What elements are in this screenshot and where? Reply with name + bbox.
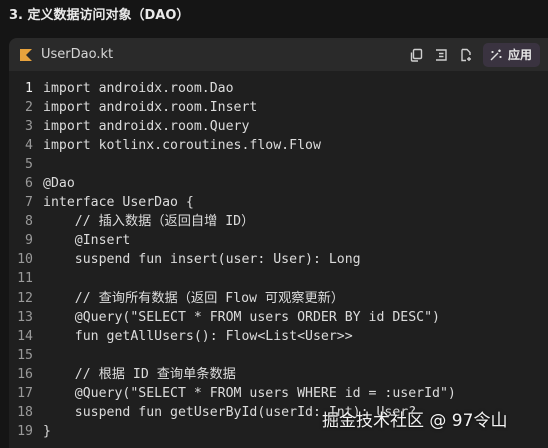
code-line: 4 import kotlinx.coroutines.flow.Flow — [9, 136, 548, 155]
line-number: 13 — [17, 309, 33, 325]
line-number: 16 — [17, 366, 33, 382]
code-text: // 插入数据（返回自增 ID） — [43, 214, 255, 230]
magic-wand-icon — [489, 48, 503, 62]
code-line: 2 import androidx.room.Insert — [9, 98, 548, 117]
copy-icon[interactable] — [405, 44, 427, 66]
code-line: 1 import androidx.room.Dao — [9, 79, 548, 98]
code-line: 13 @Query("SELECT * FROM users ORDER BY … — [9, 308, 548, 327]
code-block: UserDao.kt 应用 1 import androidx.room.Dao… — [9, 38, 548, 448]
insert-icon[interactable] — [430, 44, 452, 66]
code-line: 16 // 根据 ID 查询单条数据 — [9, 365, 548, 384]
kotlin-file-icon — [19, 48, 32, 61]
code-line: 8 // 插入数据（返回自增 ID） — [9, 212, 548, 231]
code-block-header: UserDao.kt 应用 — [9, 38, 548, 71]
line-number: 15 — [17, 347, 33, 363]
code-line: 15 — [9, 346, 548, 365]
line-number: 14 — [17, 328, 33, 344]
line-number: 5 — [25, 157, 33, 173]
line-number: 1 — [25, 81, 33, 96]
code-line: 9 @Insert — [9, 231, 548, 250]
line-number: 7 — [25, 195, 33, 211]
line-number: 10 — [17, 252, 33, 268]
line-number: 9 — [25, 233, 33, 249]
code-text: @Query("SELECT * FROM users ORDER BY id … — [43, 309, 440, 325]
line-number: 11 — [17, 271, 33, 287]
line-number: 4 — [25, 138, 33, 154]
apply-button[interactable]: 应用 — [482, 42, 540, 67]
code-text: // 根据 ID 查询单条数据 — [43, 366, 236, 382]
code-line: 6 @Dao — [9, 174, 548, 193]
code-line: 12 // 查询所有数据（返回 Flow 可观察更新） — [9, 289, 548, 308]
section-heading: 3. 定义数据访问对象（DAO） — [9, 8, 190, 23]
code-text: import androidx.room.Query — [43, 119, 250, 135]
code-text: import androidx.room.Dao — [43, 81, 234, 96]
line-number: 8 — [25, 214, 33, 230]
code-line: 14 fun getAllUsers(): Flow<List<User>> — [9, 327, 548, 346]
code-line: 3 import androidx.room.Query — [9, 117, 548, 136]
new-file-icon[interactable] — [455, 44, 477, 66]
line-number: 12 — [17, 290, 33, 306]
line-number: 18 — [17, 404, 33, 420]
code-text: } — [43, 423, 51, 439]
code-text: import kotlinx.coroutines.flow.Flow — [43, 138, 321, 154]
file-name: UserDao.kt — [41, 47, 114, 62]
apply-label: 应用 — [507, 48, 532, 62]
line-number: 2 — [25, 100, 33, 116]
code-text: import androidx.room.Insert — [43, 100, 258, 116]
line-number: 3 — [25, 119, 33, 135]
code-text: suspend fun insert(user: User): Long — [43, 252, 361, 268]
code-text: interface UserDao { — [43, 195, 194, 211]
watermark: 掘金技术社区 @ 97令山 — [322, 411, 508, 431]
code-text: // 查询所有数据（返回 Flow 可观察更新） — [43, 290, 345, 306]
code-line: 10 suspend fun insert(user: User): Long — [9, 250, 548, 269]
code-text: fun getAllUsers(): Flow<List<User>> — [43, 328, 353, 344]
code-line: 7 interface UserDao { — [9, 193, 548, 212]
line-number: 6 — [25, 176, 33, 192]
code-line: 11 — [9, 269, 548, 288]
line-number: 17 — [17, 385, 33, 401]
code-text: @Dao — [43, 176, 75, 192]
code-text: @Insert — [43, 233, 131, 249]
code-text: @Query("SELECT * FROM users WHERE id = :… — [43, 385, 456, 401]
code-line: 17 @Query("SELECT * FROM users WHERE id … — [9, 384, 548, 403]
line-number: 19 — [17, 423, 33, 439]
code-editor: 1 import androidx.room.Dao 2 import android… — [9, 71, 548, 441]
code-line: 5 — [9, 155, 548, 174]
